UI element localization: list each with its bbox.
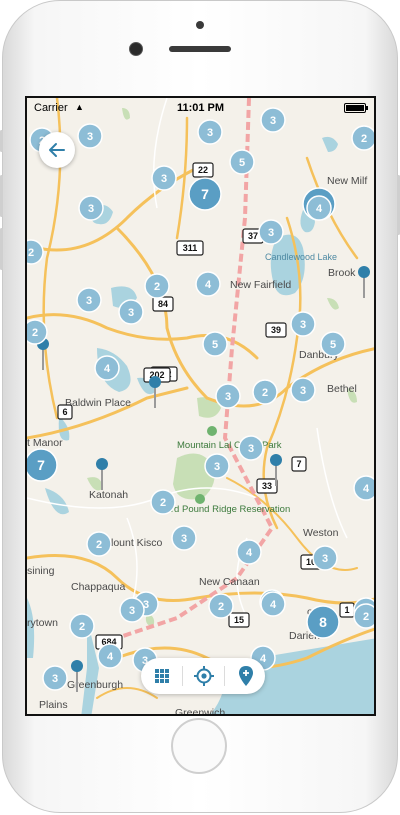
place-label: Candlewood Lake: [265, 252, 337, 262]
cluster-count: 3: [86, 295, 92, 307]
map-toolbar: [141, 658, 265, 694]
cluster-count: 3: [207, 127, 213, 139]
cluster-count: 4: [205, 279, 212, 291]
back-arrow-icon: [49, 143, 65, 157]
front-camera: [129, 42, 143, 56]
cluster-count: 8: [319, 614, 327, 630]
grid-view-button[interactable]: [141, 658, 182, 694]
grid-icon: [154, 669, 169, 683]
cluster-count: 2: [96, 539, 102, 551]
place-label: Weston: [303, 527, 339, 539]
cluster-count: 3: [181, 533, 187, 545]
cluster-count: 5: [239, 157, 245, 169]
cluster-count: 2: [28, 247, 34, 259]
cluster-count: 7: [201, 186, 209, 202]
location-pin[interactable]: [358, 266, 370, 278]
cluster-count: 2: [79, 621, 85, 633]
cluster-count: 3: [87, 131, 93, 143]
route-shield-label: 37: [248, 231, 258, 241]
place-label: Ward Pound Ridge Reservation: [157, 504, 290, 515]
cluster-count: 3: [88, 203, 94, 215]
cluster-count: 3: [248, 443, 254, 455]
add-pin-icon: [238, 666, 253, 686]
place-label: Mountain Lal Camp Park: [177, 440, 282, 451]
cluster-count: 3: [214, 461, 220, 473]
place-label: Bethel: [327, 383, 357, 395]
place-label: New Canaan: [199, 576, 260, 588]
place-label: New Milf: [327, 175, 367, 187]
place-label: rytown: [27, 617, 58, 629]
cluster-count: 3: [52, 673, 58, 685]
route-shield-label: 1: [344, 605, 349, 615]
screen: New Milf Candlewood Lake New Fairfield B…: [25, 96, 376, 716]
place-label: New Fairfield: [230, 279, 291, 291]
cluster-count: 4: [316, 203, 323, 215]
location-pin[interactable]: [270, 454, 282, 466]
cluster-count: 3: [268, 227, 274, 239]
place-label: t Manor: [27, 437, 63, 449]
locate-me-button[interactable]: [183, 658, 224, 694]
cluster-count: 4: [246, 547, 253, 559]
status-bar: Carrier ▲ 11:01 PM: [27, 98, 374, 118]
locate-icon: [193, 666, 214, 686]
place-label: Greenwich: [175, 707, 225, 716]
place-label: sining: [27, 565, 55, 577]
route-shield-label: 33: [262, 481, 272, 491]
volume-down-button: [0, 228, 3, 270]
route-shield-label: 39: [271, 325, 281, 335]
place-label: Greenburgh: [67, 679, 123, 691]
route-shield-label: 22: [198, 165, 208, 175]
cluster-count: 3: [300, 385, 306, 397]
cluster-count: 2: [363, 611, 369, 623]
place-label: Brook: [328, 267, 356, 279]
add-pin-button[interactable]: [225, 658, 266, 694]
cluster-count: 2: [160, 497, 166, 509]
cluster-count: 3: [300, 319, 306, 331]
location-pin[interactable]: [149, 376, 161, 388]
route-shield-label: 6: [62, 407, 67, 417]
cluster-count: 7: [37, 457, 45, 473]
cluster-count: 2: [154, 281, 160, 293]
mute-switch: [0, 130, 3, 152]
place-label: Katonah: [89, 489, 128, 501]
proximity-sensor: [196, 21, 204, 29]
route-shield-label: 7: [296, 459, 301, 469]
cluster-count: 4: [104, 363, 111, 375]
status-time: 11:01 PM: [176, 102, 225, 114]
back-button[interactable]: [39, 132, 75, 168]
cluster-count: 3: [225, 391, 231, 403]
earpiece-speaker: [169, 46, 231, 52]
place-label: Baldwin Place: [65, 397, 131, 409]
cluster-count: 4: [363, 483, 370, 495]
cluster-count: 3: [161, 173, 167, 185]
cluster-count: 3: [128, 307, 134, 319]
cluster-count: 4: [107, 651, 114, 663]
cluster-count: 5: [212, 339, 218, 351]
volume-up-button: [0, 175, 3, 217]
cluster-count: 5: [330, 339, 336, 351]
route-shield-label: 311: [183, 243, 198, 253]
home-button[interactable]: [171, 718, 227, 774]
place-label: lount Kisco: [111, 537, 163, 549]
cluster-count: 4: [270, 599, 277, 611]
cluster-count: 2: [361, 133, 367, 145]
route-shield-label: 84: [158, 299, 168, 309]
location-pin[interactable]: [96, 458, 108, 470]
cluster-count: 3: [322, 553, 328, 565]
location-pin[interactable]: [71, 660, 83, 672]
place-label: Plains: [39, 699, 68, 711]
place-label: Chappaqua: [71, 581, 125, 593]
cluster-count: 2: [32, 327, 38, 339]
cluster-count: 2: [262, 387, 268, 399]
cluster-count: 3: [129, 605, 135, 617]
battery-icon: [344, 103, 368, 113]
route-shield-label: 15: [234, 615, 244, 625]
map-view[interactable]: New Milf Candlewood Lake New Fairfield B…: [27, 98, 376, 716]
cluster-count: 2: [218, 601, 224, 613]
